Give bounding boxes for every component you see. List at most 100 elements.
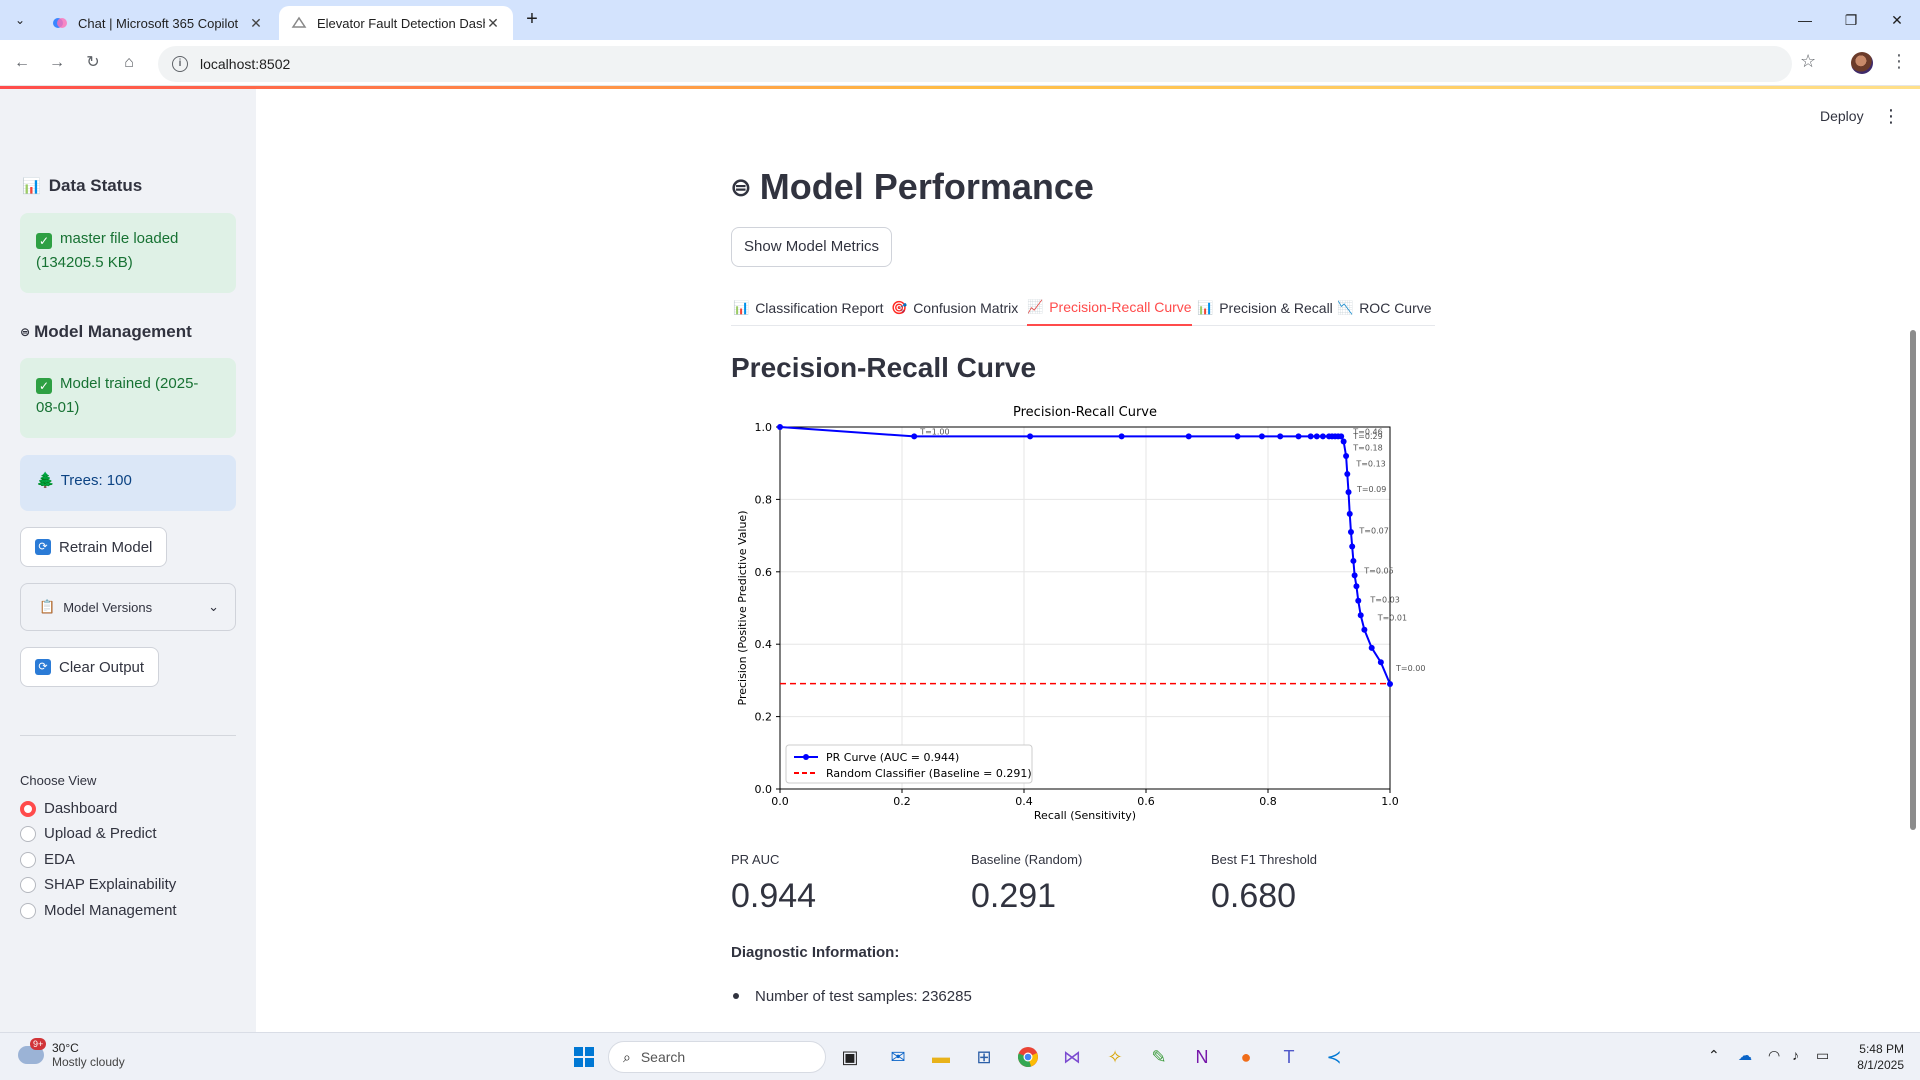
precision-recall-chart: Precision-Recall Curve 0.0 0.2 0.4 0.6 0.8 1.0… <box>736 405 1425 822</box>
metric-value: 0.680 <box>1211 877 1297 915</box>
radio-shap[interactable]: SHAP Explainability <box>20 876 176 893</box>
forward-icon[interactable]: → <box>45 51 69 75</box>
visual-studio-icon[interactable]: ⋈ <box>1056 1041 1088 1073</box>
vscode-icon[interactable]: ≺ <box>1318 1041 1350 1073</box>
outlook-icon[interactable]: ✉ <box>882 1041 914 1073</box>
section-title: Precision-Recall Curve <box>731 352 1037 383</box>
reload-icon[interactable]: ↻ <box>81 51 105 75</box>
radio-selected-icon <box>20 800 36 817</box>
pr-curve-point <box>1361 626 1368 633</box>
pr-curve-point <box>911 433 918 440</box>
copilot-favicon-icon <box>53 18 67 28</box>
metric-value: 0.291 <box>971 877 1057 915</box>
deploy-button[interactable]: Deploy <box>1820 108 1864 124</box>
threshold-annotation: T=0.07 <box>1358 527 1388 536</box>
app-menu-icon[interactable]: ⋮ <box>1882 106 1900 127</box>
browser-menu-icon[interactable]: ⋮ <box>1890 51 1908 72</box>
taskbar-search[interactable]: ⌕ Search <box>608 1041 826 1073</box>
legend-entry: Random Classifier (Baseline = 0.291) <box>826 767 1032 780</box>
threshold-annotation: T=0.09 <box>1356 485 1386 494</box>
radio-icon <box>20 825 36 842</box>
back-icon[interactable]: ← <box>10 51 34 75</box>
radio-model-management[interactable]: Model Management <box>20 902 177 919</box>
retrain-model-button[interactable]: ⟳ Retrain Model <box>20 527 168 567</box>
sidebar-divider <box>20 735 236 736</box>
show-model-metrics-button[interactable]: Show Model Metrics <box>731 227 893 267</box>
browser-toolbar: ← → ↻ ⌂ i localhost:8502 ☆ ⋮ <box>0 40 1920 86</box>
volume-icon[interactable]: ♪ <box>1792 1047 1799 1063</box>
streamlit-favicon-icon <box>291 16 307 28</box>
bookmark-star-icon[interactable]: ☆ <box>1800 51 1816 72</box>
pr-curve-point <box>777 424 783 430</box>
pr-curve-point <box>1344 471 1351 478</box>
browser-tab-copilot[interactable]: Chat | Microsoft 365 Copilot ✕ <box>40 6 276 40</box>
onedrive-icon[interactable]: ☁ <box>1738 1047 1752 1064</box>
browser-tab-dashboard[interactable]: Elevator Fault Detection Dashbo ✕ <box>279 6 513 40</box>
home-icon[interactable]: ⌂ <box>117 51 141 75</box>
show-hidden-icons-icon[interactable]: ⌃ <box>1708 1047 1720 1064</box>
pr-curve-point <box>1027 433 1034 440</box>
model-management-heading: ⊜ Model Management <box>20 322 192 341</box>
teams-icon[interactable]: T <box>1273 1041 1305 1073</box>
clear-output-button[interactable]: ⟳ Clear Output <box>20 647 160 687</box>
pr-curve-point <box>1346 510 1353 517</box>
site-info-icon[interactable]: i <box>172 56 188 72</box>
pr-curve-point <box>1295 433 1302 440</box>
close-window-icon[interactable]: ✕ <box>1882 8 1912 32</box>
tab-precision-recall-curve[interactable]: 📈 Precision-Recall Curve <box>1027 290 1192 326</box>
tree-icon: 🌲 <box>36 472 55 489</box>
robot-icon: ⊜ <box>730 171 752 202</box>
pr-curve-point <box>1185 433 1192 440</box>
network-app-icon[interactable]: ⊞ <box>968 1041 1000 1073</box>
pr-curve-point <box>1387 681 1393 688</box>
y-tick-label: 0.2 <box>755 711 773 724</box>
choose-view-label: Choose View <box>20 773 97 788</box>
radio-eda[interactable]: EDA <box>20 851 75 868</box>
tab-title: Chat | Microsoft 365 Copilot <box>78 15 239 31</box>
x-tick-label: 0.4 <box>1015 795 1033 808</box>
x-tick-label: 0.2 <box>893 795 911 808</box>
metric-label: PR AUC <box>731 852 780 867</box>
model-versions-expander[interactable]: 📋 Model Versions ⌄ <box>20 583 236 631</box>
restore-icon[interactable]: ❐ <box>1836 8 1866 32</box>
down-chart-icon: 📉 <box>1337 300 1354 315</box>
pr-curve-point <box>1347 528 1354 535</box>
profile-avatar[interactable] <box>1851 52 1873 74</box>
windows-start-icon[interactable] <box>568 1041 600 1073</box>
tab-search-chevron-icon[interactable]: ⌄ <box>8 8 32 32</box>
x-tick-label: 0.0 <box>771 795 789 808</box>
tool-app-icon[interactable]: ✧ <box>1099 1041 1131 1073</box>
tab-classification-report[interactable]: 📊 Classification Report <box>733 290 884 326</box>
threshold-annotation: T=0.29 <box>1352 432 1382 441</box>
y-tick-label: 0.0 <box>755 783 773 796</box>
wifi-icon[interactable]: ◠ <box>1768 1047 1780 1064</box>
metric-value: 0.944 <box>731 877 817 915</box>
chrome-icon[interactable] <box>1012 1041 1044 1073</box>
onenote-icon[interactable]: N <box>1186 1041 1218 1073</box>
radio-dashboard[interactable]: Dashboard <box>20 800 117 817</box>
weather-widget[interactable]: 9+ 30°C Mostly cloudy <box>18 1038 125 1069</box>
close-tab-icon[interactable]: ✕ <box>485 15 501 32</box>
battery-icon[interactable]: ▭ <box>1816 1047 1829 1064</box>
radio-upload-predict[interactable]: Upload & Predict <box>20 825 157 842</box>
file-explorer-icon[interactable]: ▬ <box>925 1041 957 1073</box>
tab-precision-recall[interactable]: 📊 Precision & Recall <box>1197 290 1333 326</box>
minimize-icon[interactable]: — <box>1790 8 1820 32</box>
line-chart-icon: 📈 <box>1027 299 1044 314</box>
tab-roc-curve[interactable]: 📉 ROC Curve <box>1337 290 1432 326</box>
windows-taskbar: 9+ 30°C Mostly cloudy ⌕ Search ▣ ✉ ▬ ⊞ ⋈… <box>0 1032 1920 1080</box>
y-axis-label: Precision (Positive Predictive Value) <box>736 511 749 706</box>
taskbar-clock[interactable]: 5:48 PM 8/1/2025 <box>1838 1041 1904 1073</box>
editor-app-icon[interactable]: ✎ <box>1143 1041 1175 1073</box>
x-axis-label: Recall (Sensitivity) <box>1034 809 1136 822</box>
task-view-icon[interactable]: ▣ <box>834 1041 866 1073</box>
scrollbar[interactable] <box>1910 330 1916 830</box>
address-bar[interactable]: i localhost:8502 <box>158 46 1792 82</box>
close-tab-icon[interactable]: ✕ <box>248 15 264 32</box>
threshold-annotation: T=0.13 <box>1355 460 1385 469</box>
drawing-app-icon[interactable]: ● <box>1230 1041 1262 1073</box>
tab-confusion-matrix[interactable]: 🎯 Confusion Matrix <box>891 290 1018 326</box>
bar-chart-icon: 📊 <box>22 178 41 195</box>
metric-label: Baseline (Random) <box>971 852 1083 867</box>
new-tab-icon[interactable]: + <box>520 8 544 32</box>
